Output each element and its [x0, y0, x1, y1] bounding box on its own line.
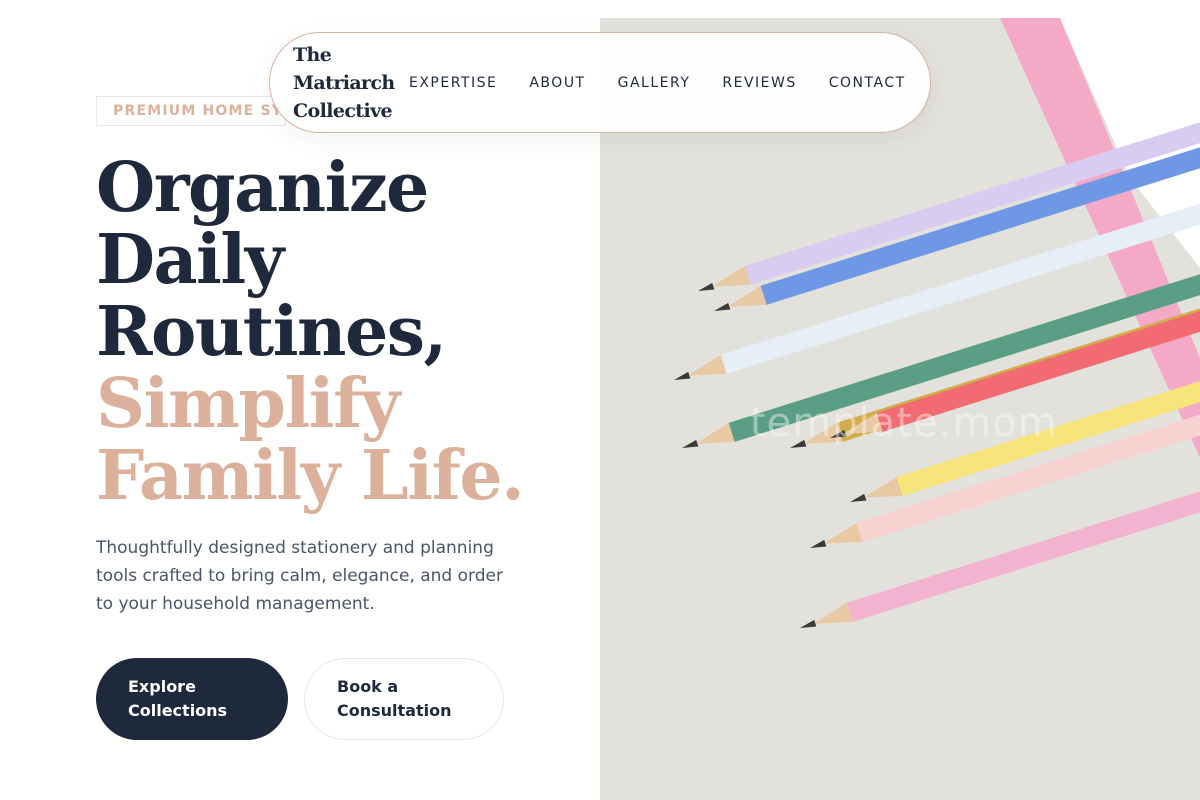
explore-collections-button[interactable]: Explore Collections: [96, 658, 288, 740]
nav-link-gallery[interactable]: GALLERY: [618, 75, 691, 91]
nav-link-contact[interactable]: CONTACT: [829, 75, 906, 91]
watermark-text: template.mom: [750, 400, 1058, 446]
book-consultation-label: Book a Consultation: [337, 677, 452, 720]
headline-line: Routines,: [96, 292, 447, 372]
explore-collections-label: Explore Collections: [128, 677, 228, 720]
hero-description: Thoughtfully designed stationery and pla…: [96, 538, 503, 614]
headline-accent-line: Family Life.: [96, 436, 525, 516]
headline-line: Daily: [96, 220, 284, 300]
navbar: The Matriarch Collective EXPERTISE ABOUT…: [269, 32, 931, 133]
hero-image: template.mom: [600, 18, 1200, 800]
nav-link-about[interactable]: ABOUT: [529, 75, 585, 91]
nav-link-expertise[interactable]: EXPERTISE: [409, 75, 497, 91]
headline-accent-line: Simplify: [96, 364, 400, 444]
nav-links: EXPERTISE ABOUT GALLERY REVIEWS CONTACT: [409, 75, 906, 91]
headline-line: Organize: [96, 148, 429, 228]
hero-headline: Organize Daily Routines, Simplify Family…: [96, 152, 596, 512]
eyebrow-badge: PREMIUM HOME SYSTEMS: [96, 96, 286, 126]
brand-logo[interactable]: The Matriarch Collective: [293, 41, 409, 125]
nav-link-reviews[interactable]: REVIEWS: [722, 75, 796, 91]
book-consultation-button[interactable]: Book a Consultation: [304, 658, 504, 740]
